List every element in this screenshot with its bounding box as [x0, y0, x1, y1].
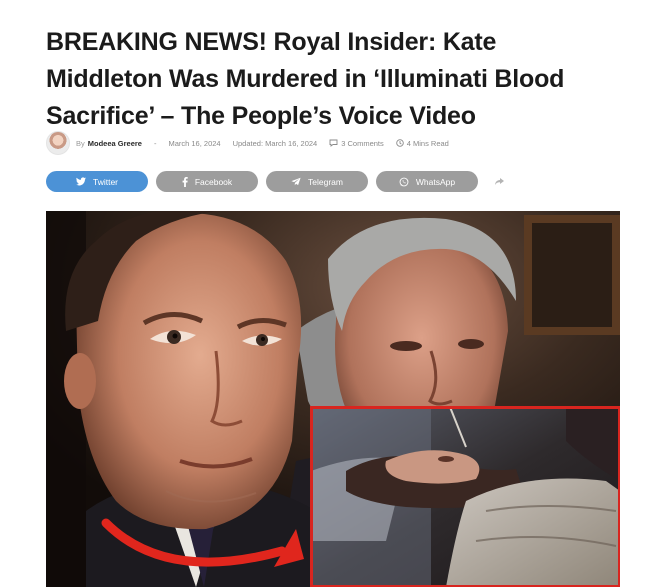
comments-link[interactable]: 3 Comments: [329, 139, 384, 148]
hero-image[interactable]: [46, 211, 620, 587]
author-avatar[interactable]: [46, 131, 70, 155]
read-time-label: 4 Mins Read: [406, 138, 449, 148]
whatsapp-share-label: WhatsApp: [415, 176, 456, 187]
more-share-button[interactable]: [488, 171, 510, 192]
meta-separator: -: [153, 138, 157, 148]
inset-image-frame: [310, 406, 620, 587]
whatsapp-share-button[interactable]: WhatsApp: [376, 171, 478, 192]
telegram-icon: [291, 177, 301, 186]
headline-line-3: Sacrifice’ – The People’s Voice Video: [46, 102, 476, 130]
read-time: 4 Mins Read: [396, 139, 449, 148]
comment-icon: [329, 139, 338, 147]
twitter-share-button[interactable]: Twitter: [46, 171, 148, 192]
clock-icon: [396, 139, 404, 147]
whatsapp-icon: [399, 177, 409, 186]
facebook-share-label: Facebook: [194, 176, 233, 187]
share-bar: Twitter Facebook Telegram WhatsApp: [46, 171, 510, 192]
headline-line-1: BREAKING NEWS! Royal Insider: Kate: [46, 28, 497, 56]
twitter-icon: [75, 177, 86, 186]
headline-line-2: Middleton Was Murdered in ‘Illuminati Bl…: [46, 65, 565, 93]
by-label: By: [76, 138, 85, 148]
twitter-share-label: Twitter: [92, 176, 119, 187]
publish-date: March 16, 2024: [168, 138, 221, 148]
article-meta: By Modeea Greere - March 16, 2024 Update…: [46, 131, 616, 155]
updated-date: Updated: March 16, 2024: [232, 138, 318, 148]
article-headline: BREAKING NEWS! Royal Insider: Kate Middl…: [46, 24, 626, 135]
telegram-share-label: Telegram: [308, 176, 343, 187]
hero-illustration: [46, 211, 620, 587]
comments-count: 3 Comments: [341, 138, 384, 148]
article: BREAKING NEWS! Royal Insider: Kate Middl…: [0, 0, 660, 587]
facebook-icon: [182, 176, 188, 187]
facebook-share-button[interactable]: Facebook: [156, 171, 258, 192]
telegram-share-button[interactable]: Telegram: [266, 171, 368, 192]
author-link[interactable]: Modeea Greere: [88, 139, 142, 148]
share-arrow-icon: [494, 178, 504, 185]
